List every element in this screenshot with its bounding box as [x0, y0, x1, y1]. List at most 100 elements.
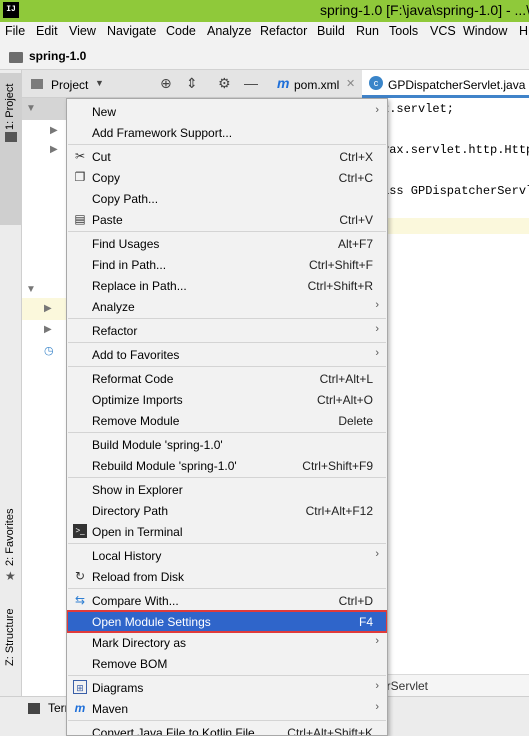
menu-tools[interactable]: Tools — [389, 24, 418, 38]
tab-gpdispatcherservlet[interactable]: c GPDispatcherServlet.java — [362, 70, 529, 98]
menu-item-replace-in-path[interactable]: Replace in Path... Ctrl+Shift+R — [67, 275, 387, 296]
menu-window[interactable]: Window — [463, 24, 507, 38]
menu-separator — [68, 432, 386, 433]
window-title: spring-1.0 [F:\java\spring-1.0] - ...\ — [320, 2, 529, 18]
menu-item-cut[interactable]: ✂ Cut Ctrl+X — [67, 146, 387, 167]
project-view-icon — [31, 79, 43, 89]
expand-arrow-icon[interactable]: ▼ — [26, 284, 36, 295]
chevron-right-icon: › — [375, 635, 379, 647]
menu-item-label: Cut — [92, 150, 111, 164]
menu-item-mark-directory-as[interactable]: Mark Directory as › — [67, 632, 387, 653]
menu-item-analyze[interactable]: Analyze › — [67, 296, 387, 317]
menu-item-copy[interactable]: ❐ Copy Ctrl+C — [67, 167, 387, 188]
chevron-right-icon: › — [375, 701, 379, 713]
menu-build[interactable]: Build — [317, 24, 345, 38]
menu-item-shortcut: Ctrl+Alt+L — [319, 372, 373, 386]
menu-item-shortcut: F4 — [358, 615, 373, 629]
menu-vcs[interactable]: VCS — [430, 24, 456, 38]
menu-item-shortcut: Ctrl+Alt+F12 — [305, 504, 373, 518]
collapse-all-icon[interactable]: ⇕ — [186, 75, 198, 92]
menu-item-shortcut: Ctrl+Shift+F — [308, 258, 373, 272]
menu-item-convert-java-file-to-kotlin-file[interactable]: Convert Java File to Kotlin File Ctrl+Alt… — [67, 722, 387, 735]
chevron-right-icon: › — [375, 548, 379, 560]
chevron-right-icon: › — [375, 299, 379, 311]
menu-item-shortcut: Ctrl+Alt+O — [316, 393, 373, 407]
intellij-logo-icon: IJ — [3, 2, 19, 18]
locate-icon[interactable]: ⊕ — [160, 75, 172, 92]
expand-arrow-icon[interactable]: ▶ — [50, 125, 58, 136]
project-view-title[interactable]: Project — [51, 78, 88, 92]
menu-item-label: Show in Explorer — [92, 483, 183, 497]
structure-tool-label[interactable]: Z: Structure — [4, 609, 16, 666]
compare-icon: ⇆ — [74, 593, 86, 607]
minimize-icon[interactable]: — — [244, 75, 258, 91]
menu-separator — [68, 318, 386, 319]
expand-arrow-icon[interactable]: ▼ — [26, 103, 36, 114]
java-class-icon: c — [369, 76, 383, 90]
project-tool-label[interactable]: 1: Project — [4, 84, 16, 130]
project-folder-icon — [5, 132, 17, 142]
menu-item-label: Reload from Disk — [92, 570, 185, 584]
menu-item-label: Open in Terminal — [92, 525, 183, 539]
menu-item-reload-from-disk[interactable]: ↻ Reload from Disk — [67, 566, 387, 587]
menu-item-open-in-terminal[interactable]: >_ Open in Terminal — [67, 521, 387, 542]
menu-edit[interactable]: Edit — [36, 24, 58, 38]
expand-arrow-icon[interactable]: ▶ — [44, 324, 52, 335]
menu-item-add-to-favorites[interactable]: Add to Favorites › — [67, 344, 387, 365]
menu-view[interactable]: View — [69, 24, 96, 38]
chevron-down-icon[interactable]: ▼ — [95, 78, 104, 88]
tab-pom-xml[interactable]: m pom.xml ✕ — [270, 70, 362, 98]
menu-code[interactable]: Code — [166, 24, 196, 38]
menu-item-maven[interactable]: m Maven › — [67, 698, 387, 719]
menu-item-label: Copy Path... — [92, 192, 159, 206]
menu-item-paste[interactable]: ▤ Paste Ctrl+V — [67, 209, 387, 230]
code-line: 2.servlet; — [382, 102, 455, 116]
close-icon[interactable]: ✕ — [346, 77, 355, 90]
expand-arrow-icon[interactable]: ▶ — [50, 144, 58, 155]
menu-item-open-module-settings[interactable]: Open Module Settings F4 — [67, 610, 387, 633]
menu-item-label: Reformat Code — [92, 372, 174, 386]
menu-item-label: Maven — [92, 702, 129, 716]
menu-item-rebuild-module-spring-1-0[interactable]: Rebuild Module 'spring-1.0' Ctrl+Shift+F9 — [67, 455, 387, 476]
chevron-right-icon: › — [375, 323, 379, 335]
menu-item-copy-path[interactable]: Copy Path... — [67, 188, 387, 209]
menu-refactor[interactable]: Refactor — [260, 24, 307, 38]
menu-item-local-history[interactable]: Local History › — [67, 545, 387, 566]
context-menu: New › Add Framework Support... ✂ Cut Ctrl+X ❐ C… — [66, 98, 388, 736]
maven-icon: m — [74, 701, 86, 715]
favorites-tool-label[interactable]: 2: Favorites — [4, 509, 16, 566]
menu-navigate[interactable]: Navigate — [107, 24, 156, 38]
editor-tabs: m pom.xml ✕ c GPDispatcherServlet.java — [270, 70, 529, 98]
menu-item-diagrams[interactable]: ⊞ Diagrams › — [67, 677, 387, 698]
menu-separator — [68, 543, 386, 544]
menu-item-optimize-imports[interactable]: Optimize Imports Ctrl+Alt+O — [67, 389, 387, 410]
menu-item-label: Optimize Imports — [92, 393, 183, 407]
menu-item-refactor[interactable]: Refactor › — [67, 320, 387, 341]
menu-item-build-module-spring-1-0[interactable]: Build Module 'spring-1.0' — [67, 434, 387, 455]
menu-item-remove-bom[interactable]: Remove BOM — [67, 653, 387, 674]
menu-item-remove-module[interactable]: Remove Module Delete — [67, 410, 387, 431]
menu-separator — [68, 231, 386, 232]
menu-item-label: Analyze — [92, 300, 135, 314]
menu-item-reformat-code[interactable]: Reformat Code Ctrl+Alt+L — [67, 368, 387, 389]
diagrams-icon: ⊞ — [73, 680, 87, 694]
scratches-icon: ◷ — [44, 345, 54, 357]
menu-item-label: Refactor — [92, 324, 138, 338]
menu-item-directory-path[interactable]: Directory Path Ctrl+Alt+F12 — [67, 500, 387, 521]
menu-help[interactable]: H — [519, 24, 528, 38]
menu-item-compare-with[interactable]: ⇆ Compare With... Ctrl+D — [67, 590, 387, 611]
menu-item-show-in-explorer[interactable]: Show in Explorer — [67, 479, 387, 500]
expand-arrow-icon[interactable]: ▶ — [44, 303, 52, 314]
menu-item-new[interactable]: New › — [67, 101, 387, 122]
menu-separator — [68, 477, 386, 478]
breadcrumb-project[interactable]: spring-1.0 — [29, 49, 86, 63]
menu-run[interactable]: Run — [356, 24, 379, 38]
menu-item-find-in-path[interactable]: Find in Path... Ctrl+Shift+F — [67, 254, 387, 275]
menu-item-add-framework-support[interactable]: Add Framework Support... — [67, 122, 387, 143]
gear-icon[interactable]: ⚙ — [218, 75, 231, 92]
menu-file[interactable]: File — [5, 24, 25, 38]
menu-item-label: New — [92, 105, 117, 119]
menu-item-label: Copy — [92, 171, 121, 185]
menu-item-find-usages[interactable]: Find Usages Alt+F7 — [67, 233, 387, 254]
menu-analyze[interactable]: Analyze — [207, 24, 251, 38]
